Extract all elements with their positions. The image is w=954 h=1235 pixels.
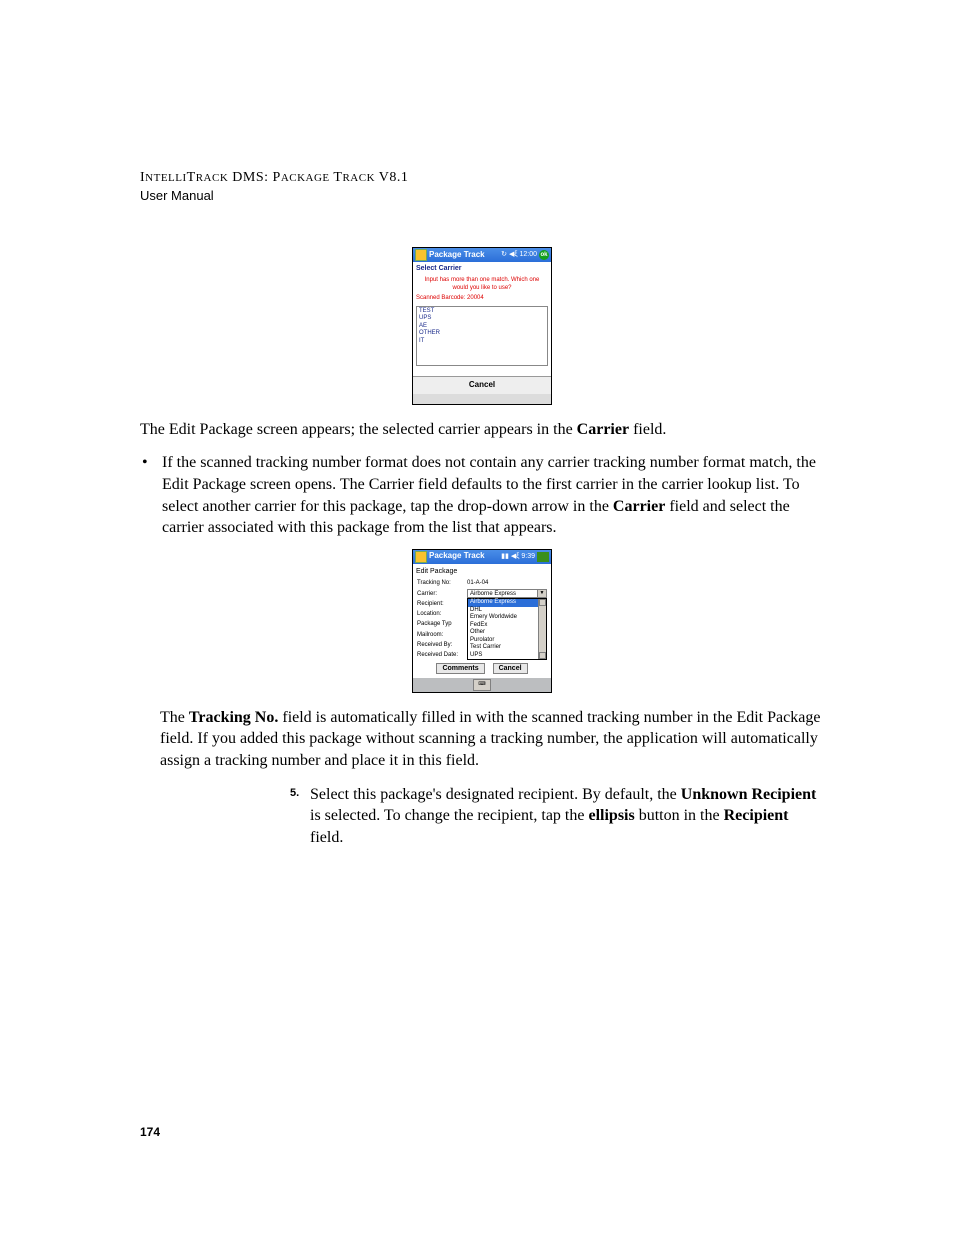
step-5-text: Select this package's designated recipie… xyxy=(310,784,824,849)
package-type-label: Package Typ xyxy=(416,619,466,629)
dropdown-option[interactable]: Test Carrier xyxy=(468,644,546,652)
keyboard-icon[interactable]: ⌨ xyxy=(473,679,491,691)
volume-icon: ◀ξ xyxy=(509,250,518,259)
app-icon xyxy=(415,551,427,563)
list-item[interactable]: TEST xyxy=(419,308,545,316)
carrier-dropdown-list[interactable]: Airborne Express DHL Emery Worldwide Fed… xyxy=(467,598,547,660)
device1-carrier-list[interactable]: TEST UPS AE OTHER IT xyxy=(416,306,548,366)
list-item[interactable]: UPS xyxy=(419,315,545,323)
page-header: INTELLITRACK DMS: PACKAGE TRACK V8.1 Use… xyxy=(140,170,824,203)
page-number: 174 xyxy=(140,1125,160,1139)
device2-subtitle: Edit Package xyxy=(416,566,548,578)
device1-title: Package Track xyxy=(429,250,485,261)
carrier-dropdown[interactable]: Airborne Express ▼ xyxy=(467,589,547,598)
tracking-no-label: Tracking No: xyxy=(416,578,466,588)
dropdown-option[interactable]: FedEx xyxy=(468,622,546,630)
signal-icon: ▮▮ xyxy=(501,552,509,561)
tracking-no-value: 01-A-04 xyxy=(466,578,548,588)
comments-button[interactable]: Comments xyxy=(436,663,484,674)
device1-barcode: Scanned Barcode: 20004 xyxy=(416,294,548,302)
ok-button[interactable] xyxy=(537,552,549,562)
ok-button[interactable]: ok xyxy=(539,250,549,260)
device1-time: 12:00 xyxy=(519,250,537,259)
dropdown-scrollbar[interactable] xyxy=(538,599,546,659)
device2-title: Package Track xyxy=(429,551,485,562)
device2-time: 9:39 xyxy=(521,552,535,561)
device2-status: ▮▮ ◀ξ 9:39 xyxy=(501,552,535,561)
list-item[interactable]: OTHER xyxy=(419,330,545,338)
cancel-button[interactable]: Cancel xyxy=(493,663,528,674)
device-select-carrier: Package Track ↻ ◀ξ 12:00 ok Select Carri… xyxy=(412,247,552,405)
recipient-label: Recipient: xyxy=(416,599,466,609)
received-by-label: Received By: xyxy=(416,640,466,650)
bullet-no-format-match: • If the scanned tracking number format … xyxy=(140,452,824,538)
dropdown-option[interactable]: Purolator xyxy=(468,637,546,645)
received-date-label: Received Date: xyxy=(416,650,466,660)
paragraph-edit-package-appears: The Edit Package screen appears; the sel… xyxy=(140,419,824,441)
paragraph-tracking-no: The Tracking No. field is automatically … xyxy=(160,707,824,772)
dropdown-option[interactable]: UPS xyxy=(468,652,546,660)
device1-bottombar xyxy=(413,394,551,404)
list-item[interactable]: AE xyxy=(419,323,545,331)
dropdown-option[interactable]: DHL xyxy=(468,607,546,615)
app-icon xyxy=(415,249,427,261)
header-subtitle: User Manual xyxy=(140,188,824,203)
device1-subtitle: Select Carrier xyxy=(416,264,548,275)
step-number-5: 5. xyxy=(290,784,310,849)
device1-titlebar: Package Track ↻ ◀ξ 12:00 ok xyxy=(413,248,551,262)
bullet-marker: • xyxy=(140,452,162,538)
dropdown-option[interactable]: Other xyxy=(468,629,546,637)
dropdown-option[interactable]: Airborne Express xyxy=(468,599,546,607)
sync-icon: ↻ xyxy=(501,250,507,259)
device-edit-package: Package Track ▮▮ ◀ξ 9:39 Edit Package Tr… xyxy=(412,549,552,693)
chevron-down-icon[interactable]: ▼ xyxy=(537,590,546,597)
volume-icon: ◀ξ xyxy=(511,552,520,561)
location-label: Location: xyxy=(416,609,466,619)
mailroom-label: Mailroom: xyxy=(416,630,466,640)
dropdown-option[interactable]: Emery Worldwide xyxy=(468,614,546,622)
device1-message: Input has more than one match. Which one… xyxy=(416,277,548,291)
device1-status: ↻ ◀ξ 12:00 xyxy=(501,250,537,259)
carrier-label: Carrier: xyxy=(416,588,466,599)
device2-titlebar: Package Track ▮▮ ◀ξ 9:39 xyxy=(413,550,551,564)
header-product-line: INTELLITRACK DMS: PACKAGE TRACK V8.1 xyxy=(140,170,824,186)
device1-cancel-button[interactable]: Cancel xyxy=(413,376,551,394)
device2-sip-bar: ⌨ xyxy=(413,678,551,692)
list-item[interactable]: IT xyxy=(419,338,545,346)
